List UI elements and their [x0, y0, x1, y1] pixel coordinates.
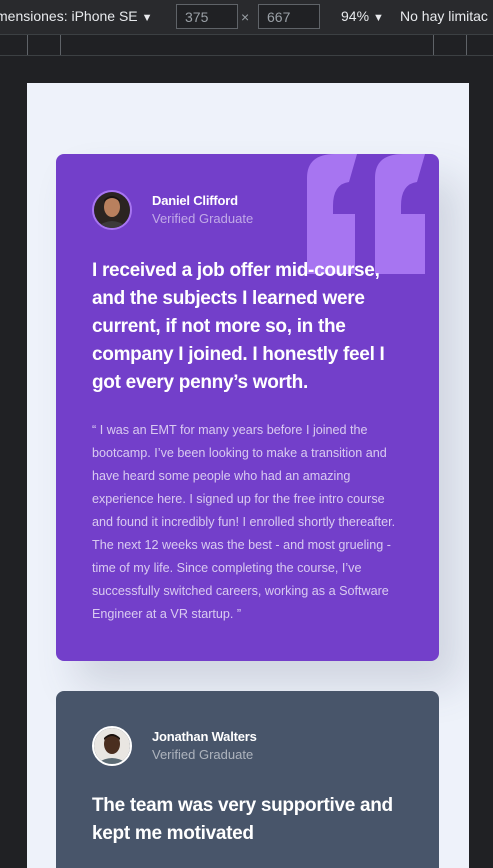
zoom-label: 94%	[341, 8, 370, 24]
media-query-ruler	[0, 34, 493, 56]
testimonial-card-daniel: Daniel Clifford Verified Graduate I rece…	[56, 154, 439, 661]
viewport-height-input[interactable]	[258, 4, 320, 29]
avatar	[92, 726, 132, 766]
author-name: Jonathan Walters	[152, 729, 257, 744]
person-avatar-icon	[94, 192, 130, 228]
ruler-divider	[433, 35, 434, 55]
author-role: Verified Graduate	[152, 747, 254, 762]
ruler-divider	[27, 35, 28, 55]
device-selector[interactable]: mensiones: iPhone SE ▼	[0, 8, 153, 24]
throttling-label: No hay limitac	[400, 8, 488, 24]
dimension-separator: ×	[241, 9, 250, 25]
testimonial-headline: The team was very supportive and kept me…	[92, 795, 393, 844]
ruler-divider	[60, 35, 61, 55]
author-role: Verified Graduate	[152, 211, 254, 226]
device-viewport: Daniel Clifford Verified Graduate I rece…	[27, 83, 469, 868]
person-avatar-icon	[94, 728, 130, 764]
ruler-divider	[466, 35, 467, 55]
testimonial-headline: I received a job offer mid-course, and t…	[92, 260, 385, 393]
dropdown-arrow-icon: ▼	[373, 12, 384, 24]
zoom-selector[interactable]: 94% ▼	[341, 8, 384, 24]
throttling-selector[interactable]: No hay limitac	[400, 8, 488, 24]
device-selector-label: mensiones: iPhone SE	[0, 8, 138, 24]
avatar	[92, 190, 132, 230]
quotation-mark-icon	[307, 154, 425, 274]
testimonial-body: “ I was an EMT for many years before I j…	[92, 423, 396, 621]
author-name: Daniel Clifford	[152, 193, 238, 208]
viewport-width-input[interactable]	[176, 4, 238, 29]
testimonial-card-jonathan: Jonathan Walters Verified Graduate The t…	[56, 691, 439, 868]
devtools-device-toolbar: mensiones: iPhone SE▼ × 94%▼ No hay limi…	[0, 0, 493, 34]
dropdown-arrow-icon: ▼	[141, 12, 153, 24]
